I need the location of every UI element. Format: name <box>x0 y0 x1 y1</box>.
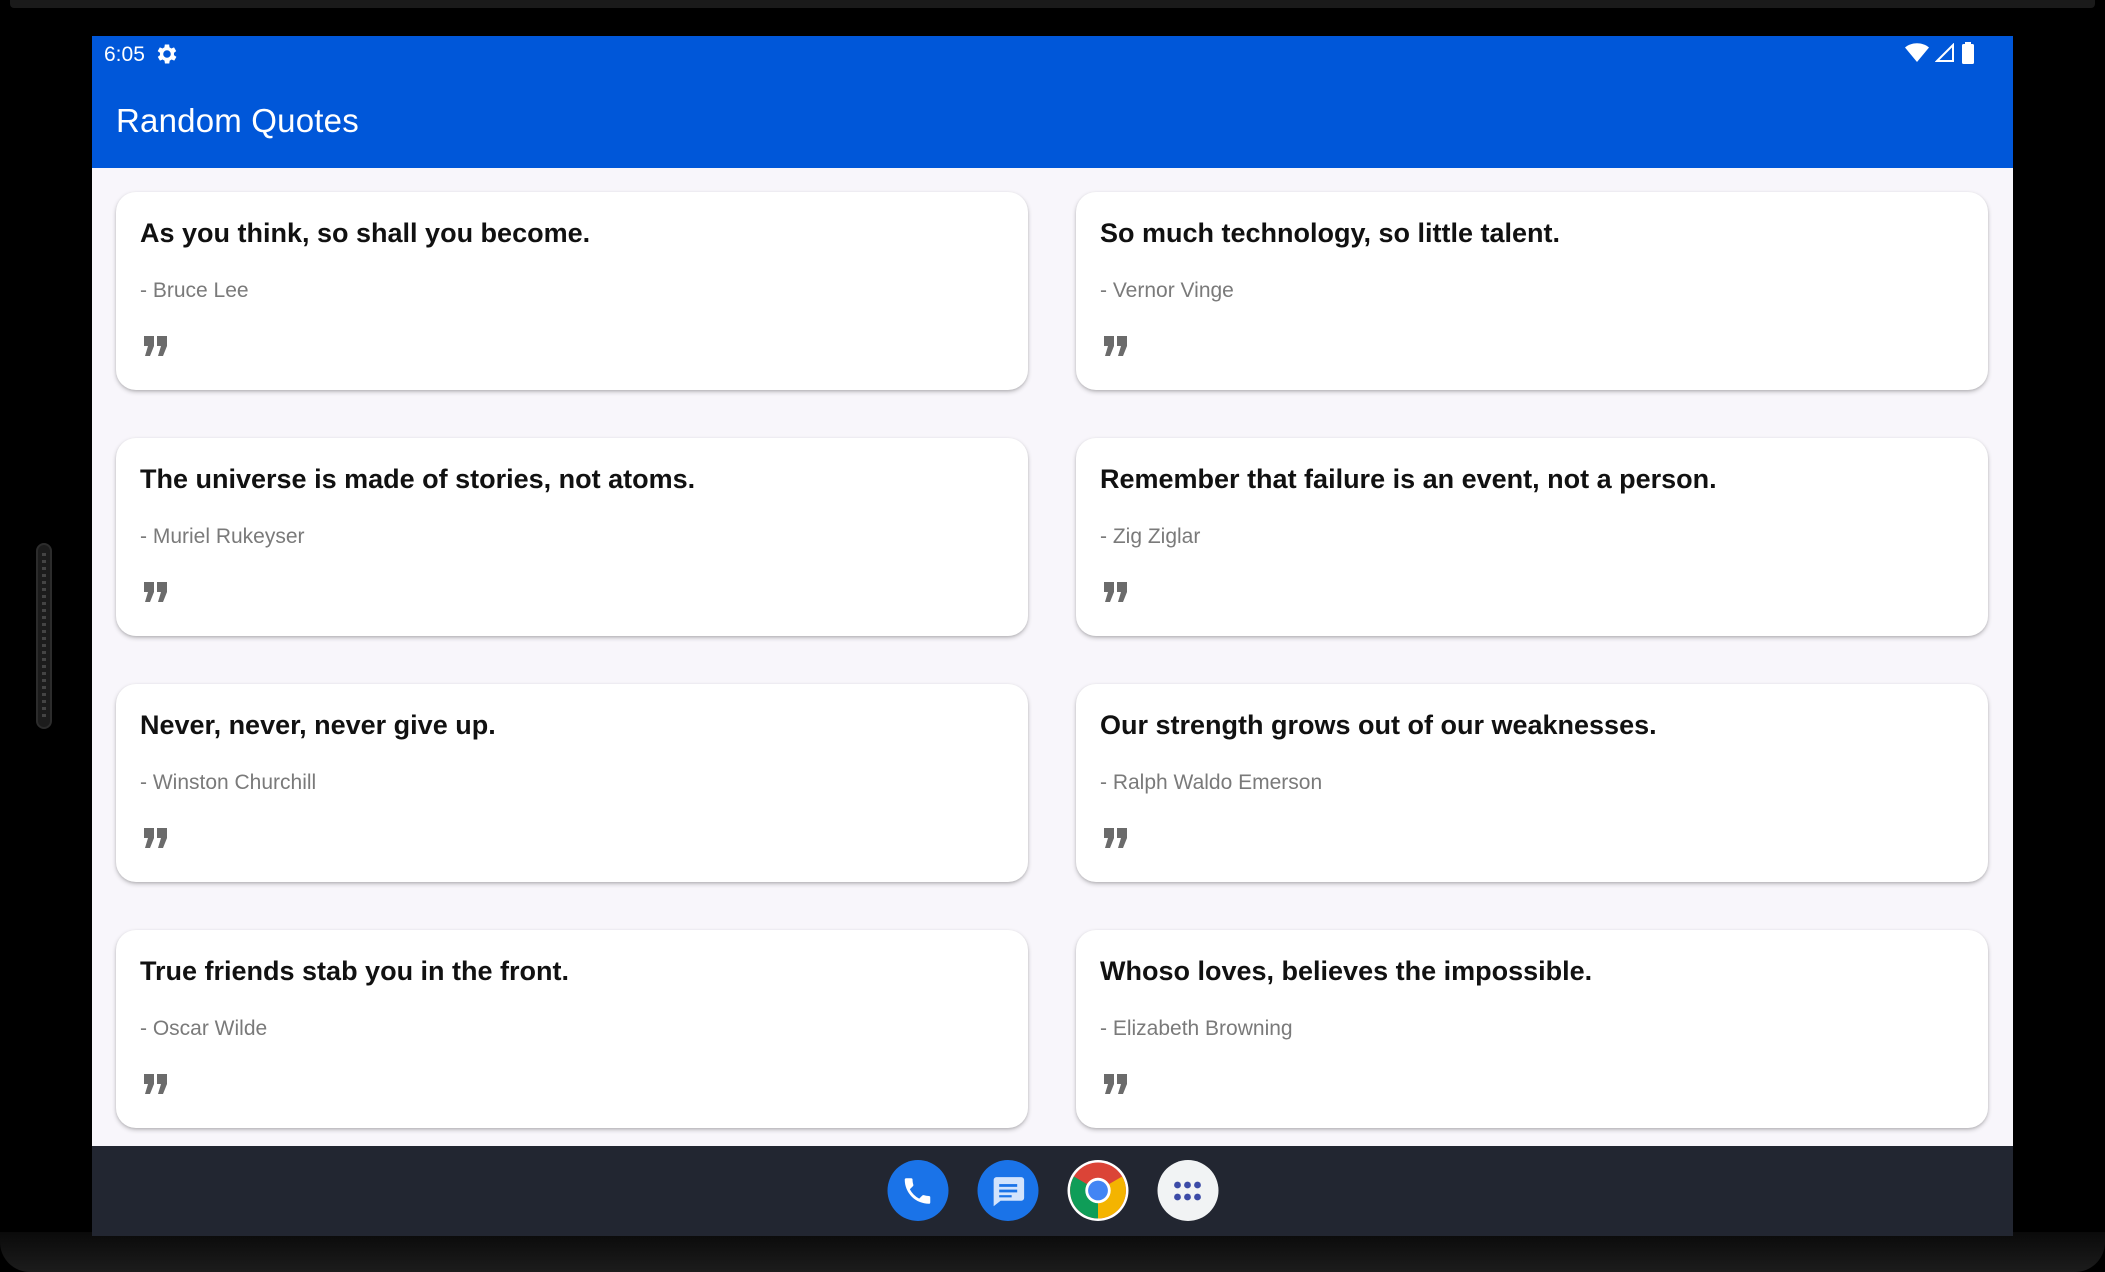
quote-icon <box>1104 336 1127 356</box>
app-bar: 6:05 Random Quotes <box>92 36 2013 168</box>
quote-author: - Ralph Waldo Emerson <box>1100 771 1323 794</box>
quote-icon <box>144 582 167 602</box>
wifi-icon <box>1905 43 1929 62</box>
quote-card[interactable]: Our strength grows out of our weaknesses… <box>1076 684 1988 882</box>
status-icons <box>1905 42 1975 64</box>
quote-icon <box>144 1074 167 1094</box>
quote-card[interactable]: Whoso loves, believes the impossible. - … <box>1076 930 1988 1128</box>
phone-icon[interactable] <box>887 1160 948 1221</box>
quote-icon <box>144 828 167 848</box>
quote-icon <box>1104 828 1127 848</box>
quote-author: - Muriel Rukeyser <box>140 525 305 548</box>
quote-icon <box>144 336 167 356</box>
quote-card[interactable]: Never, never, never give up. - Winston C… <box>116 684 1028 882</box>
messages-icon[interactable] <box>977 1160 1038 1221</box>
quote-card[interactable]: As you think, so shall you become. - Bru… <box>116 192 1028 390</box>
quote-text: True friends stab you in the front. <box>140 956 570 986</box>
device-bottom-edge <box>0 1232 2105 1272</box>
quote-text: As you think, so shall you become. <box>140 218 591 248</box>
chrome-icon[interactable] <box>1067 1160 1128 1221</box>
quotes-grid: As you think, so shall you become. - Bru… <box>116 192 1989 1128</box>
quote-author: - Winston Churchill <box>140 771 317 794</box>
quote-card[interactable]: Remember that failure is an event, not a… <box>1076 438 1988 636</box>
app-title: Random Quotes <box>116 102 359 139</box>
quote-author: - Vernor Vinge <box>1100 279 1234 302</box>
settings-gear-icon <box>157 44 177 64</box>
quote-author: - Elizabeth Browning <box>1100 1017 1293 1040</box>
status-time: 6:05 <box>104 43 145 66</box>
tablet-device-frame: 6:05 Random Quotes As you think, so shal… <box>0 0 2105 1272</box>
screen: 6:05 Random Quotes As you think, so shal… <box>92 36 2013 1236</box>
quote-text: Remember that failure is an event, not a… <box>1100 464 1717 494</box>
device-side-button <box>36 543 52 729</box>
quote-author: - Bruce Lee <box>140 279 249 302</box>
dock-apps <box>887 1160 1218 1221</box>
quote-icon <box>1104 582 1127 602</box>
cellular-signal-icon <box>1935 43 1954 62</box>
quote-author: - Zig Ziglar <box>1100 525 1201 548</box>
quote-text: The universe is made of stories, not ato… <box>140 464 696 494</box>
device-top-edge <box>10 0 2095 8</box>
quote-author: - Oscar Wilde <box>140 1017 268 1040</box>
taskbar-dock <box>92 1146 2013 1236</box>
quote-text: Whoso loves, believes the impossible. <box>1100 956 1593 986</box>
quote-card[interactable]: True friends stab you in the front. - Os… <box>116 930 1028 1128</box>
app-drawer-icon[interactable] <box>1157 1160 1218 1221</box>
quote-card[interactable]: The universe is made of stories, not ato… <box>116 438 1028 636</box>
quote-card[interactable]: So much technology, so little talent. - … <box>1076 192 1988 390</box>
quote-text: Our strength grows out of our weaknesses… <box>1100 710 1657 740</box>
quote-icon <box>1104 1074 1127 1094</box>
battery-icon <box>1962 42 1974 64</box>
quote-text: Never, never, never give up. <box>140 710 496 740</box>
quote-text: So much technology, so little talent. <box>1100 218 1561 248</box>
